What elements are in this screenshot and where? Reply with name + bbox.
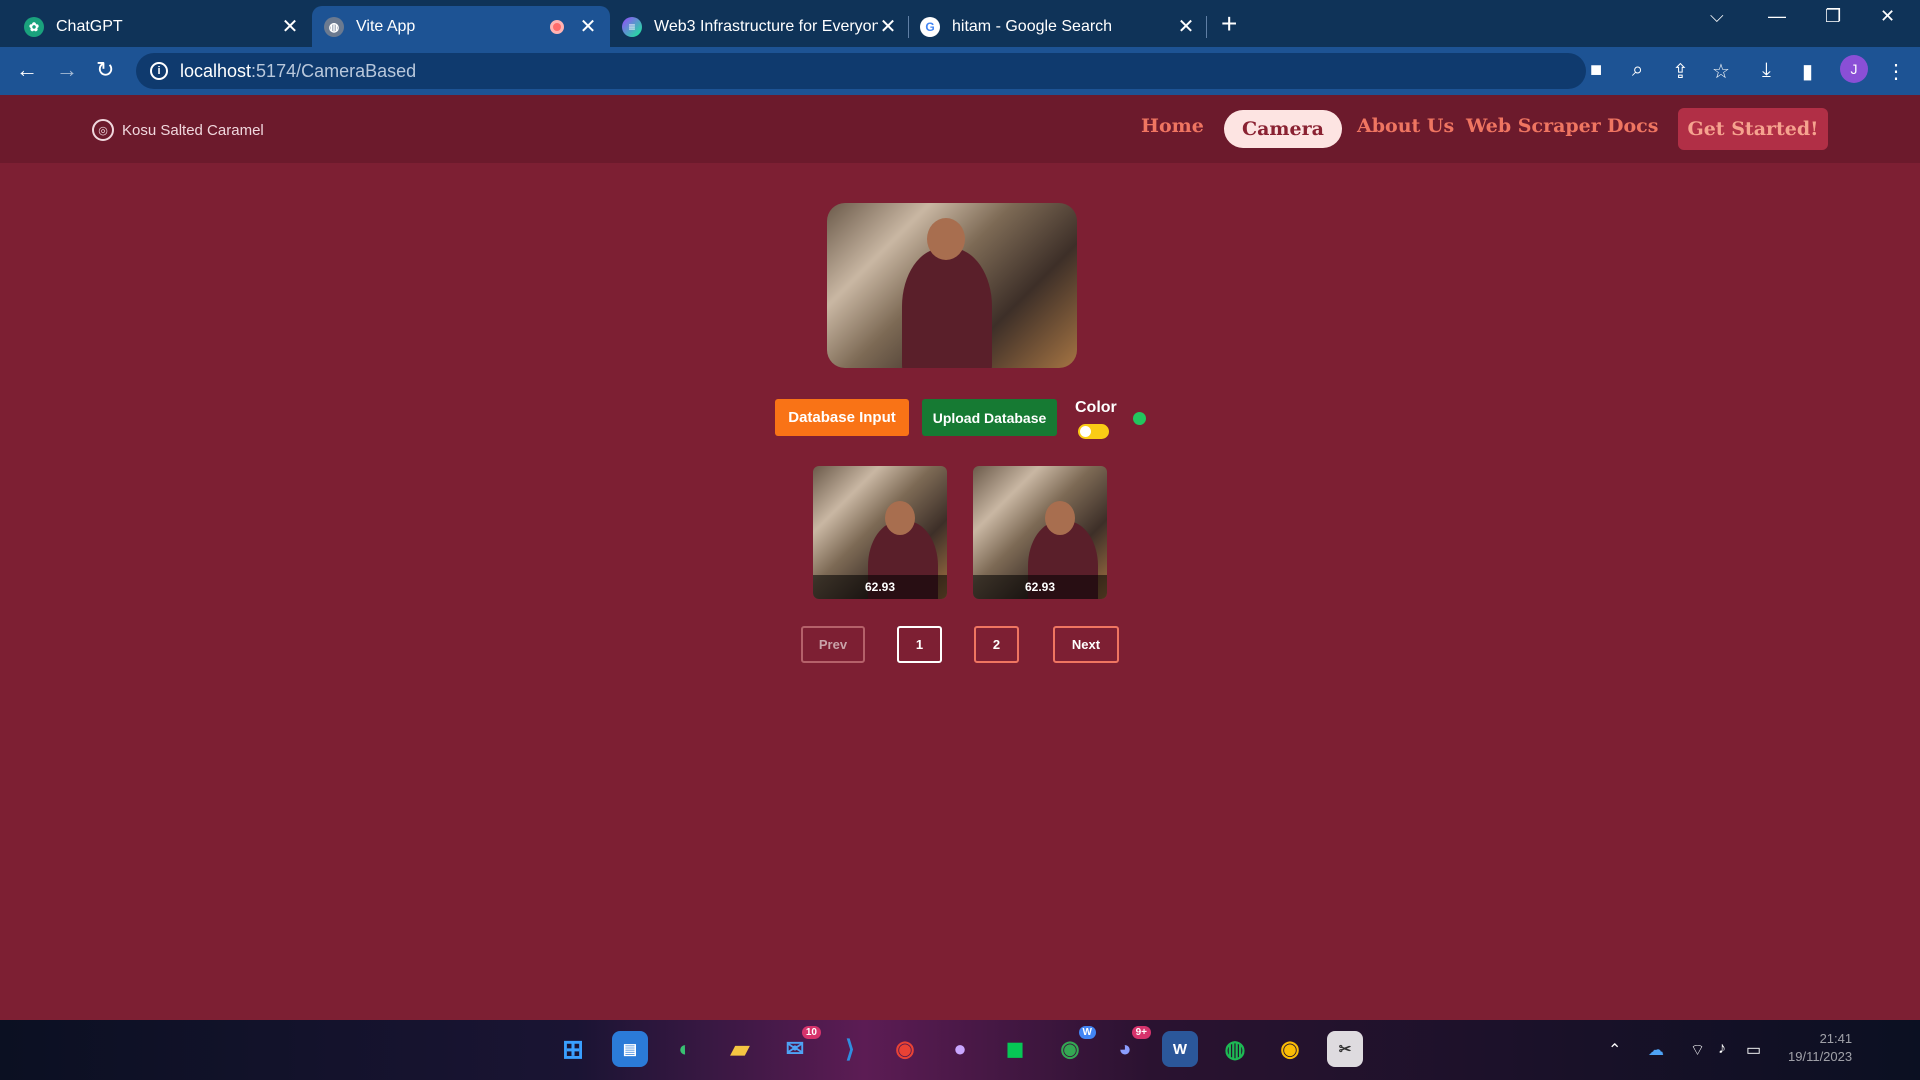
database-input-button[interactable]: Database Input (775, 399, 909, 436)
share-icon[interactable]: ⇪ (1672, 59, 1689, 84)
mail-icon[interactable]: ✉ 10 (777, 1026, 821, 1067)
file-explorer-icon[interactable]: ▰ (722, 1031, 758, 1067)
minimize-icon[interactable]: — (1768, 6, 1786, 27)
tab-vite-app[interactable]: ◍ Vite App ✕ (312, 6, 610, 47)
store-preview-icon[interactable]: ▤ (612, 1031, 648, 1067)
github-icon[interactable]: ● (942, 1031, 978, 1067)
result-card[interactable]: 62.93 (973, 466, 1107, 599)
forward-icon[interactable]: → (56, 57, 78, 83)
get-started-button[interactable]: Get Started! (1678, 108, 1828, 150)
person-head-shape (927, 218, 965, 260)
camera-feed (827, 203, 1077, 368)
tab-title: Vite App (356, 17, 416, 35)
new-tab-icon[interactable]: + (1221, 8, 1237, 40)
nav-docs[interactable]: Docs (1607, 115, 1658, 137)
line-icon[interactable]: ◼ (997, 1031, 1033, 1067)
discord-icon[interactable]: ◕ 9+ (1107, 1026, 1151, 1067)
close-icon[interactable]: ✕ (578, 14, 598, 39)
reload-icon[interactable]: ↻ (96, 57, 114, 83)
tab-separator (1206, 16, 1207, 38)
chrome-badge: W (1078, 1026, 1096, 1039)
color-toggle[interactable] (1078, 424, 1109, 439)
tab-title: hitam - Google Search (952, 17, 1113, 35)
match-score: 62.93 (973, 575, 1107, 599)
profile-avatar[interactable]: J (1840, 55, 1868, 83)
nav-about-us[interactable]: About Us (1357, 115, 1454, 137)
tray-chevron-icon[interactable]: ⌃ (1608, 1040, 1621, 1060)
spotify-icon[interactable]: ◍ (1217, 1031, 1253, 1067)
edge-icon[interactable]: ◐ (667, 1031, 703, 1067)
tab-search-icon[interactable]: ⌵ (1710, 6, 1724, 27)
nav-camera[interactable]: Camera (1224, 110, 1342, 148)
zoom-icon[interactable]: ⌕ (1632, 59, 1643, 82)
wifi-icon[interactable]: ⌔ (1690, 1040, 1705, 1060)
taskbar-clock[interactable]: 21:41 19/11/2023 (1788, 1030, 1852, 1066)
close-icon[interactable]: ✕ (1176, 14, 1196, 39)
mail-badge: 10 (801, 1026, 821, 1039)
globe-icon: ◍ (324, 16, 344, 37)
bookmark-star-icon[interactable]: ☆ (1712, 59, 1730, 84)
color-label: Color (1075, 399, 1117, 416)
chatgpt-icon: ✿ (24, 16, 44, 37)
status-indicator (1133, 412, 1146, 425)
tab-title: Web3 Infrastructure for Everyone (654, 17, 878, 35)
close-icon[interactable]: ✕ (280, 14, 300, 39)
prev-page-button[interactable]: Prev (801, 626, 865, 663)
restore-icon[interactable]: ❐ (1825, 6, 1841, 27)
camera-in-use-icon[interactable]: ■ (1590, 59, 1602, 82)
page-1-button[interactable]: 1 (897, 626, 942, 663)
recording-icon (550, 19, 564, 34)
nav-home[interactable]: Home (1141, 115, 1204, 137)
snipping-tool-icon[interactable]: ✂ (1327, 1031, 1363, 1067)
battery-icon[interactable]: ▭ (1746, 1040, 1761, 1060)
tab-web3[interactable]: ≡ Web3 Infrastructure for Everyone ✕ (610, 6, 910, 47)
menu-icon[interactable]: ⋮ (1886, 59, 1906, 84)
page-2-button[interactable]: 2 (974, 626, 1019, 663)
upload-database-button[interactable]: Upload Database (922, 399, 1057, 436)
tab-chatgpt[interactable]: ✿ ChatGPT ✕ (12, 6, 312, 47)
brand-name: Kosu Salted Caramel (122, 121, 264, 139)
browser-tab-strip: ✿ ChatGPT ✕ ◍ Vite App ✕ ≡ Web3 Infrastr… (0, 0, 1920, 47)
url-host: localhost (180, 60, 252, 81)
close-icon[interactable]: ✕ (878, 14, 898, 39)
browser-toolbar: ← → ↻ i localhost:5174/CameraBased ■ ⌕ ⇪… (0, 47, 1920, 95)
tab-title: ChatGPT (56, 17, 123, 35)
vscode-icon[interactable]: ⟩ (832, 1031, 868, 1067)
word-icon[interactable]: W (1162, 1031, 1198, 1067)
next-page-button[interactable]: Next (1053, 626, 1119, 663)
address-bar[interactable]: i localhost:5174/CameraBased (136, 53, 1586, 89)
match-score: 62.93 (813, 575, 947, 599)
side-panel-icon[interactable]: ▮ (1802, 59, 1813, 84)
brand[interactable]: ◎ Kosu Salted Caramel (92, 119, 264, 141)
brand-logo-icon: ◎ (92, 119, 114, 141)
close-window-icon[interactable]: ✕ (1880, 6, 1895, 27)
chrome-profile-icon[interactable]: ◉ W (1052, 1026, 1096, 1067)
back-icon[interactable]: ← (16, 57, 38, 83)
clock-date: 19/11/2023 (1788, 1049, 1853, 1064)
url-path: :5174/CameraBased (251, 60, 417, 81)
chrome-icon[interactable]: ◉ (887, 1031, 923, 1067)
nav-web-scraper[interactable]: Web Scraper (1466, 115, 1601, 137)
person-head-shape (885, 501, 915, 535)
toggle-knob (1080, 426, 1091, 437)
person-head-shape (1045, 501, 1075, 535)
volume-icon[interactable]: ♪ (1718, 1040, 1726, 1058)
clock-time: 21:41 (1819, 1031, 1853, 1046)
solana-icon: ≡ (622, 16, 642, 37)
discord-badge: 9+ (1131, 1026, 1151, 1039)
tab-google-search[interactable]: G hitam - Google Search ✕ (908, 6, 1208, 47)
person-shape (902, 248, 992, 368)
result-card[interactable]: 62.93 (813, 466, 947, 599)
download-icon[interactable]: ⤓ (1762, 59, 1771, 82)
chrome-active-icon[interactable]: ◉ (1272, 1031, 1308, 1067)
site-info-icon[interactable]: i (150, 62, 168, 80)
windows-start-icon[interactable]: ⊞ (555, 1031, 591, 1067)
onedrive-icon[interactable]: ☁ (1648, 1040, 1664, 1060)
google-icon: G (920, 16, 940, 37)
